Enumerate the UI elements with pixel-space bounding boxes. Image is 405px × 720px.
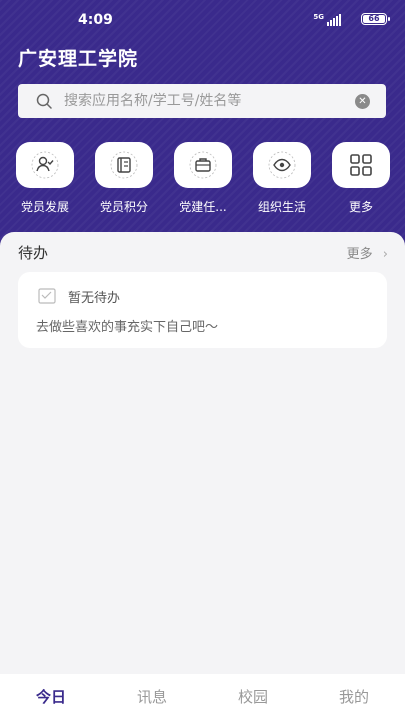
todo-empty-title: 暂无待办 <box>68 291 121 306</box>
battery-level: 66 <box>363 15 385 23</box>
grid-icon <box>350 154 372 176</box>
notebook-icon <box>110 151 138 179</box>
shortcut-more[interactable]: 更多 <box>332 142 390 215</box>
todo-empty-hint: 去做些喜欢的事充实下自己吧～ <box>36 320 219 335</box>
todo-empty-card: 暂无待办 去做些喜欢的事充实下自己吧～ <box>18 272 387 348</box>
bottom-tab-bar: 今日 讯息 校园 我的 <box>0 674 405 720</box>
mail-check-icon <box>38 288 56 304</box>
shortcut-party-building-tasks[interactable]: 党建任... <box>174 142 232 215</box>
main-content: 待办 更多 › 暂无待办 去做些喜欢的事充实下自己吧～ <box>0 232 405 674</box>
signal-icon: 5G <box>313 14 341 26</box>
search-input[interactable]: 搜索应用名称/学工号/姓名等 <box>64 84 241 118</box>
briefcase-icon <box>189 151 217 179</box>
battery-icon: 66 <box>361 13 390 25</box>
person-check-icon <box>31 151 59 179</box>
network-type: 5G <box>313 13 324 21</box>
todo-more-label: 更多 <box>346 247 373 262</box>
header-banner: 4:09 5G 66 广安理工学院 搜索应用名称/学工号/姓名等 ✕ 党员发展 <box>0 0 405 260</box>
clear-icon[interactable]: ✕ <box>355 94 370 109</box>
tab-campus[interactable]: 校园 <box>223 686 283 707</box>
search-icon <box>36 93 52 109</box>
shortcut-party-member-development[interactable]: 党员发展 <box>16 142 74 215</box>
shortcut-label: 更多 <box>348 200 373 214</box>
eye-icon <box>268 151 296 179</box>
shortcut-label: 党建任... <box>179 200 227 214</box>
status-bar: 4:09 5G 66 <box>0 10 405 32</box>
page-title: 广安理工学院 <box>18 48 139 70</box>
tab-messages[interactable]: 讯息 <box>122 686 182 707</box>
shortcut-label: 组织生活 <box>257 200 306 214</box>
tab-mine[interactable]: 我的 <box>324 686 384 707</box>
shortcut-party-member-points[interactable]: 党员积分 <box>95 142 153 215</box>
shortcut-label: 党员发展 <box>20 200 69 214</box>
search-bar[interactable]: 搜索应用名称/学工号/姓名等 ✕ <box>18 84 386 118</box>
todo-title: 待办 <box>18 244 49 262</box>
todo-header: 待办 更多 › <box>18 242 388 264</box>
shortcut-label: 党员积分 <box>99 200 148 214</box>
todo-more-link[interactable]: 更多 › <box>347 243 388 262</box>
shortcut-organization-life[interactable]: 组织生活 <box>253 142 311 215</box>
status-time: 4:09 <box>78 12 113 28</box>
chevron-right-icon: › <box>382 247 388 262</box>
tab-today[interactable]: 今日 <box>21 686 81 707</box>
